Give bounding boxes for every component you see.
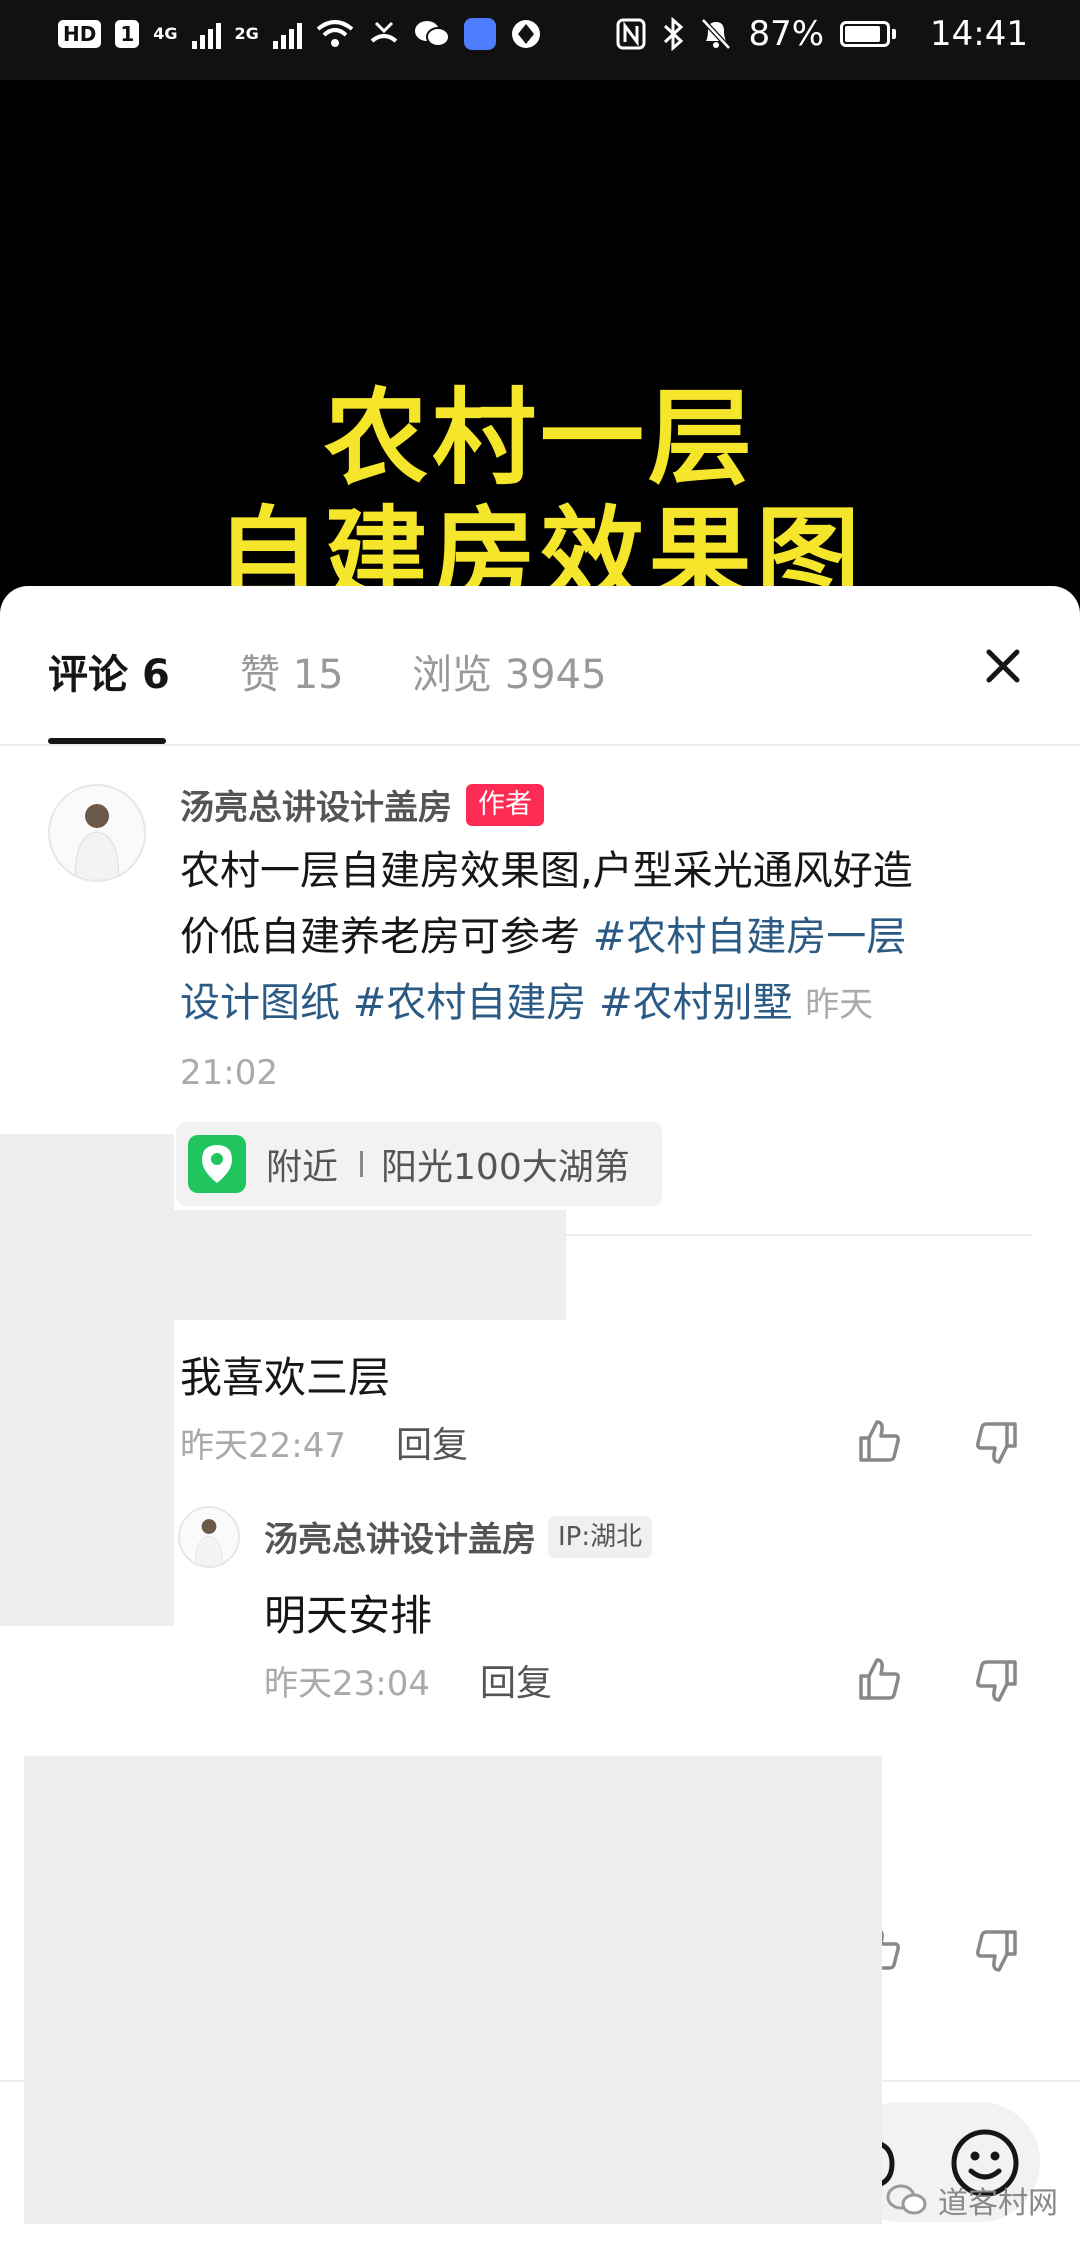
location-prefix: 附近: [266, 1147, 339, 1188]
person-icon: [195, 1519, 223, 1566]
reply-button[interactable]: 回复: [396, 1416, 468, 1468]
battery-icon: [840, 21, 897, 47]
reply-button[interactable]: 回复: [480, 1654, 552, 1706]
location-pin-icon: [188, 1135, 246, 1193]
network-type-1: 4G: [153, 24, 178, 43]
tab-views[interactable]: 浏览 3945: [412, 642, 607, 700]
tab-comments-count: 6: [141, 652, 170, 698]
browser-app-icon: [511, 20, 540, 48]
bluetooth-icon: [664, 17, 684, 51]
person-icon: [74, 804, 120, 880]
tab-comments-label: 评论: [48, 652, 128, 698]
tab-views-count: 3945: [504, 652, 607, 698]
reply-meta: 昨天23:04 回复: [264, 1654, 552, 1706]
post-body: 农村一层自建房效果图,户型采光通风好造价低自建养老房可参考 #农村自建房一层设计…: [180, 838, 925, 1106]
comment-meta: 昨天22:47 回复: [180, 1416, 468, 1468]
location-name: 阳光100大湖第: [381, 1147, 630, 1188]
tab-likes-label: 赞: [240, 652, 280, 698]
close-icon[interactable]: [975, 638, 1031, 694]
clock: 14:41: [930, 14, 1028, 54]
reply-text: 明天安排: [264, 1591, 433, 1640]
hashtag-3[interactable]: #农村别墅: [599, 980, 793, 1026]
wifi-icon: [316, 20, 354, 47]
thumbs-down-icon[interactable]: [973, 1926, 1021, 1974]
signal-1-icon: [191, 19, 221, 49]
thumbs-down-icon[interactable]: [973, 1656, 1021, 1704]
watermark: 道客村网: [886, 2178, 1058, 2222]
post-author-name[interactable]: 汤亮总讲设计盖房: [180, 780, 452, 829]
comment-time: 昨天22:47: [180, 1425, 346, 1466]
watermark-text: 道客村网: [938, 2186, 1058, 2221]
active-tab-indicator: [48, 738, 166, 744]
sim-slot-badge: 1: [115, 20, 140, 48]
wechat-icon: [886, 2184, 927, 2215]
hd-badge: HD: [58, 20, 102, 48]
nfc-icon: [616, 18, 646, 50]
blurred-region: [24, 1756, 882, 2224]
video-title-line-2: 自建房效果图: [215, 495, 864, 600]
status-bar: HD 1 4G 2G 87% 14:41: [0, 0, 1080, 80]
ip-location-tag: IP:湖北: [548, 1515, 653, 1558]
post-header: 汤亮总讲设计盖房 作者: [180, 780, 544, 829]
reply-author-avatar[interactable]: [178, 1506, 240, 1568]
blurred-region: [0, 1134, 174, 1210]
video-player[interactable]: 农村一层 自建房效果图: [0, 80, 1080, 600]
music-app-icon: [463, 18, 496, 50]
thumbs-down-icon[interactable]: [973, 1418, 1021, 1466]
mute-bell-icon: [701, 18, 732, 50]
reply-time: 昨天23:04: [264, 1663, 430, 1704]
missed-call-icon: [370, 21, 398, 43]
comment-text: 我喜欢三层: [180, 1353, 391, 1402]
video-title-line-1: 农村一层: [323, 377, 756, 499]
reply-author-name[interactable]: 汤亮总讲设计盖房: [264, 1512, 536, 1561]
thumbs-up-icon[interactable]: [855, 1656, 903, 1704]
author-avatar[interactable]: [48, 784, 146, 882]
signal-2-icon: [272, 19, 302, 49]
location-pill[interactable]: 附近 阳光100大湖第: [176, 1122, 662, 1206]
battery-percent: 87%: [748, 14, 825, 54]
wechat-icon: [414, 21, 450, 47]
sheet-tabs: 评论 6 赞 15 浏览 3945: [0, 586, 1080, 746]
reply-header: 汤亮总讲设计盖房 IP:湖北: [264, 1512, 653, 1561]
location-separator: [360, 1151, 364, 1177]
tab-views-label: 浏览: [412, 652, 492, 698]
tab-likes-count: 15: [292, 652, 344, 698]
blurred-region: [0, 1210, 566, 1320]
network-type-2: 2G: [234, 24, 259, 43]
hashtag-2[interactable]: #农村自建房: [353, 980, 587, 1026]
thumbs-up-icon[interactable]: [855, 1418, 903, 1466]
blurred-region: [0, 1320, 174, 1626]
tab-comments[interactable]: 评论 6: [48, 642, 170, 700]
author-tag: 作者: [466, 783, 544, 826]
tab-likes[interactable]: 赞 15: [240, 642, 344, 700]
